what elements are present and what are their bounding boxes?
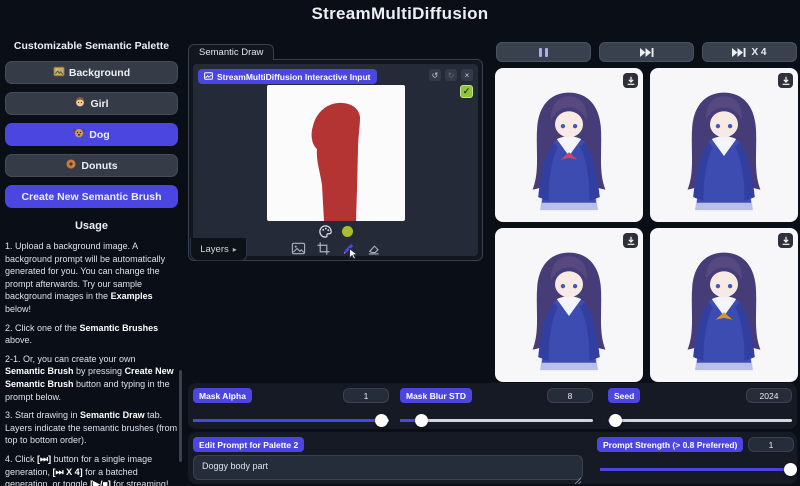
semantic-palette-sidebar: Customizable Semantic Palette Background… (5, 40, 178, 486)
palette-icon[interactable] (318, 224, 333, 239)
slider-thumb[interactable] (375, 414, 388, 427)
prompt-strength-value[interactable] (748, 437, 794, 452)
close-icon[interactable]: × (461, 69, 473, 81)
layers-accordion[interactable]: Layers ▸ (190, 238, 247, 261)
image-badge-icon (204, 72, 213, 82)
download-icon[interactable] (778, 233, 793, 248)
tab-semantic-draw[interactable]: Semantic Draw (188, 44, 274, 60)
brush-button-background[interactable]: Background (5, 61, 178, 84)
usage-heading: Usage (5, 220, 178, 232)
image-upload-icon[interactable] (291, 241, 306, 256)
anime-girl-illustration (499, 237, 639, 382)
generated-image-2[interactable] (650, 68, 798, 222)
create-new-semantic-brush-button[interactable]: Create New Semantic Brush (5, 185, 178, 208)
usage-paragraph: 2-1. Or, you can create your own Semanti… (5, 353, 178, 403)
usage-paragraph: 4. Click [⏭] button for a single image g… (5, 453, 178, 486)
seed-control: Seed (608, 388, 792, 424)
donut-icon (65, 158, 77, 173)
generation-button-bar: X 4 (496, 42, 797, 62)
brush-button-label: Dog (89, 129, 109, 141)
mask-alpha-value[interactable] (343, 388, 389, 403)
color-picker-row (193, 224, 478, 239)
generated-image-1[interactable] (495, 68, 643, 222)
mask-stroke-red (267, 85, 405, 221)
cursor-icon (349, 247, 358, 265)
seed-slider[interactable] (608, 414, 792, 427)
mask-controls-panel: Mask Alpha Mask Blur STD Seed (188, 383, 797, 429)
brush-tool-icon[interactable] (341, 241, 356, 256)
download-icon[interactable] (623, 233, 638, 248)
brush-button-label: Girl (90, 98, 108, 110)
skip-icon (640, 48, 654, 57)
slider-thumb[interactable] (609, 414, 622, 427)
anime-girl-illustration (499, 77, 639, 222)
brush-button-label: Donuts (81, 160, 117, 172)
eraser-icon[interactable] (366, 241, 381, 256)
input-label-badge: StreamMultiDiffusion Interactive Input (198, 69, 377, 84)
mask-alpha-control: Mask Alpha (193, 388, 389, 424)
undo-icon[interactable]: ↺ (429, 69, 441, 81)
usage-paragraph: 1. Upload a background image. A backgrou… (5, 240, 178, 316)
palette-heading: Customizable Semantic Palette (5, 40, 178, 52)
seed-label: Seed (608, 388, 640, 403)
sidebar-scrollbar[interactable] (179, 370, 182, 462)
girl-icon (74, 96, 86, 111)
single-generation-button[interactable] (599, 42, 694, 62)
mask-blur-value[interactable] (547, 388, 593, 403)
mask-alpha-slider[interactable] (193, 414, 389, 427)
download-icon[interactable] (623, 73, 638, 88)
prompt-panel: Edit Prompt for Palette 2 Doggy body par… (188, 432, 797, 484)
usage-paragraphs: 1. Upload a background image. A backgrou… (5, 240, 178, 486)
create-button-label: Create New Semantic Brush (21, 191, 161, 203)
usage-paragraph: 2. Click one of the Semantic Brushes abo… (5, 322, 178, 347)
chevron-right-icon: ▸ (233, 245, 237, 254)
drawing-canvas[interactable] (267, 85, 405, 221)
crop-icon[interactable] (316, 241, 331, 256)
generated-image-4[interactable] (650, 228, 798, 382)
mask-blur-slider[interactable] (400, 414, 593, 427)
prompt-strength-slider[interactable] (600, 463, 793, 476)
semantic-draw-panel: StreamMultiDiffusion Interactive Input ↺… (188, 59, 483, 261)
brush-button-label: Background (69, 67, 130, 79)
slider-thumb[interactable] (784, 463, 797, 476)
batch-generation-button[interactable]: X 4 (702, 42, 797, 62)
stream-toggle-button[interactable] (496, 42, 591, 62)
mask-blur-label: Mask Blur STD (400, 388, 472, 403)
dog-icon (73, 127, 85, 142)
seed-value[interactable] (746, 388, 792, 403)
generated-image-3[interactable] (495, 228, 643, 382)
download-icon[interactable] (778, 73, 793, 88)
page-title: StreamMultiDiffusion (0, 4, 800, 24)
anime-girl-illustration (654, 237, 794, 382)
mask-blur-control: Mask Blur STD (400, 388, 593, 424)
redo-icon[interactable]: ↻ (445, 69, 457, 81)
layers-label: Layers (200, 244, 229, 255)
brush-color-swatch[interactable] (342, 226, 353, 237)
editor-window-buttons: ↺ ↻ × (429, 69, 473, 81)
prompt-textarea[interactable]: Doggy body part (193, 455, 583, 480)
brush-button-dog[interactable]: Dog (5, 123, 178, 146)
confirm-checkbox[interactable]: ✓ (460, 85, 473, 98)
slider-thumb[interactable] (415, 414, 428, 427)
brush-button-girl[interactable]: Girl (5, 92, 178, 115)
prompt-strength-control: Prompt Strength (> 0.8 Preferred) (597, 432, 797, 484)
anime-girl-illustration (654, 77, 794, 222)
usage-paragraph: 3. Start drawing in Semantic Draw tab. L… (5, 409, 178, 447)
picture-icon (53, 66, 65, 80)
pause-icon (539, 48, 548, 57)
input-badge-label: StreamMultiDiffusion Interactive Input (217, 72, 371, 82)
interactive-input-editor: StreamMultiDiffusion Interactive Input ↺… (193, 64, 478, 256)
tab-label: Semantic Draw (199, 47, 263, 58)
skip-icon (732, 48, 746, 57)
prompt-strength-label: Prompt Strength (> 0.8 Preferred) (597, 437, 743, 452)
mask-alpha-label: Mask Alpha (193, 388, 252, 403)
batch-label: X 4 (751, 47, 766, 58)
brush-button-donuts[interactable]: Donuts (5, 154, 178, 177)
edit-prompt-label: Edit Prompt for Palette 2 (193, 437, 304, 452)
